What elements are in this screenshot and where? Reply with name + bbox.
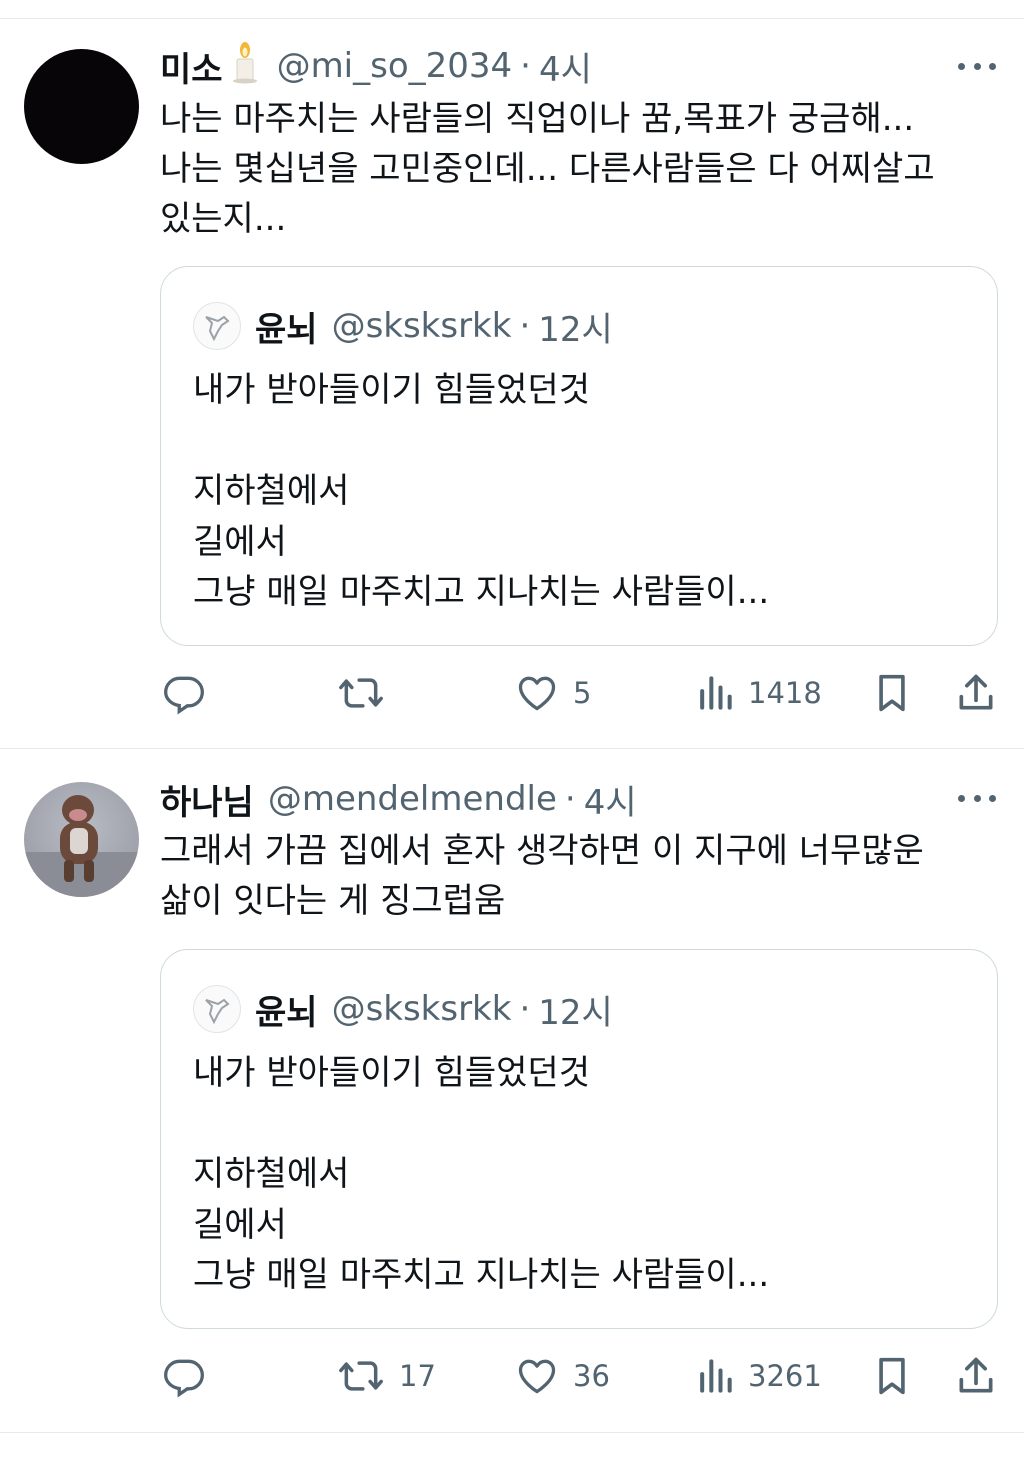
tweet-header: 미소 @mi_so_2034 · 4시 (160, 41, 592, 91)
views-icon (700, 676, 732, 710)
share-icon (959, 674, 993, 710)
more-options-icon[interactable] (958, 61, 996, 71)
quoted-tweet-header: 윤뇌 @sksksrkk · 12시 (193, 985, 613, 1033)
tweet-time[interactable]: 4시 (539, 42, 592, 91)
bookmark-button[interactable] (872, 668, 912, 718)
quoted-tweet-header: 윤뇌 @sksksrkk · 12시 (193, 302, 613, 350)
display-name[interactable]: 미소 (160, 42, 223, 91)
bookmark-icon (879, 674, 905, 712)
like-button[interactable]: 36 (515, 1351, 610, 1401)
quoted-user-avatar (193, 302, 241, 350)
quoted-display-name: 윤뇌 (255, 992, 318, 1033)
quoted-tweet-time: 12시 (538, 309, 613, 350)
views-icon (700, 1359, 732, 1393)
quoted-user-avatar (193, 985, 241, 1033)
reply-icon (164, 1359, 204, 1398)
quoted-user-handle: @sksksrkk (331, 989, 512, 1029)
tweet-header: 하나님 @mendelmendle · 4시 (160, 775, 637, 824)
tweet-text: 그래서 가끔 집에서 혼자 생각하면 이 지구에 너무많운 삶이 잇다는 게 징… (160, 831, 924, 921)
retweet-button[interactable]: 17 (337, 1351, 436, 1401)
tweet-text: 나는 마주치는 사람들의 직업이나 꿈,목표가 궁금해... 나는 몇십년을 고… (160, 99, 935, 239)
heart-icon (518, 676, 556, 711)
quoted-tweet-time: 12시 (538, 992, 613, 1033)
user-handle[interactable]: @mi_so_2034 (277, 46, 513, 86)
views-button[interactable]: 1418 (696, 668, 822, 718)
quoted-tweet-text: 내가 받아들이기 힘들었던것 지하철에서 길에서 그냥 매일 마주치고 지나치는… (193, 1053, 770, 1295)
more-options-icon[interactable] (958, 793, 996, 803)
views-button[interactable]: 3261 (696, 1351, 822, 1401)
separator-dot: · (519, 306, 531, 346)
tweet-actions: 17 36 3261 (0, 1351, 1024, 1401)
separator-dot: · (519, 989, 531, 1029)
bookmark-button[interactable] (872, 1351, 912, 1401)
quoted-display-name: 윤뇌 (255, 309, 318, 350)
like-button[interactable]: 5 (515, 668, 591, 718)
share-icon (959, 1357, 993, 1393)
heart-icon (518, 1359, 556, 1394)
top-divider (0, 18, 1024, 19)
user-avatar[interactable] (24, 49, 139, 164)
retweet-count: 17 (399, 1359, 436, 1393)
tweet-divider (0, 748, 1024, 749)
views-count: 3261 (748, 1359, 822, 1393)
quoted-user-handle: @sksksrkk (331, 306, 512, 346)
display-name[interactable]: 하나님 (160, 775, 254, 824)
bookmark-icon (879, 1357, 905, 1395)
quoted-tweet[interactable]: 윤뇌 @sksksrkk · 12시 내가 받아들이기 힘들었던것 지하철에서 … (160, 949, 998, 1329)
user-handle[interactable]: @mendelmendle (268, 779, 557, 819)
retweet-button[interactable] (337, 668, 385, 718)
retweet-icon (339, 678, 383, 708)
share-button[interactable] (954, 668, 998, 718)
quoted-tweet[interactable]: 윤뇌 @sksksrkk · 12시 내가 받아들이기 힘들었던것 지하철에서 … (160, 266, 998, 646)
user-avatar[interactable] (24, 782, 139, 897)
like-count: 5 (573, 676, 592, 710)
like-count: 36 (573, 1359, 610, 1393)
separator-dot: · (564, 779, 576, 819)
retweet-icon (339, 1361, 383, 1391)
share-button[interactable] (954, 1351, 998, 1401)
reply-icon (164, 676, 204, 715)
quoted-tweet-text: 내가 받아들이기 힘들었던것 지하철에서 길에서 그냥 매일 마주치고 지나치는… (193, 370, 770, 612)
bottom-divider (0, 1432, 1024, 1433)
separator-dot: · (520, 46, 531, 86)
reply-button[interactable] (162, 668, 206, 718)
tweet-time[interactable]: 4시 (584, 775, 637, 824)
tweet-actions: 5 1418 (0, 668, 1024, 718)
views-count: 1418 (748, 676, 822, 710)
reply-button[interactable] (162, 1351, 206, 1401)
candle-emoji-icon (227, 40, 263, 93)
